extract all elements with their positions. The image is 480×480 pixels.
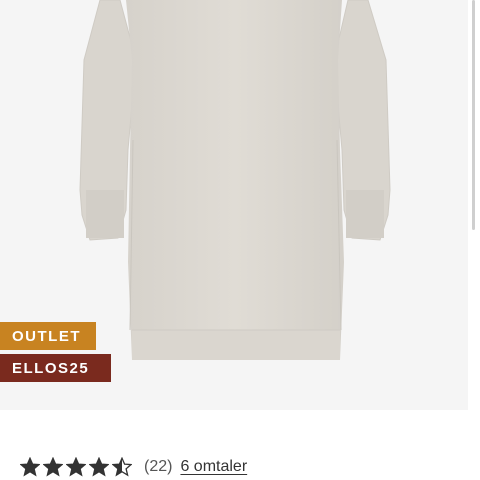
reviews-link[interactable]: 6 omtaler <box>180 458 247 476</box>
star-half-icon <box>112 457 132 477</box>
discount-code-badge: ELLOS25 <box>0 354 111 382</box>
star-full-icon <box>89 457 109 477</box>
star-full-icon <box>20 457 40 477</box>
star-full-icon <box>66 457 86 477</box>
star-full-icon <box>43 457 63 477</box>
scrollbar[interactable] <box>468 0 480 410</box>
scrollbar-thumb[interactable] <box>472 0 475 230</box>
outlet-badge: OUTLET <box>0 322 96 350</box>
rating-stars <box>20 457 132 477</box>
rating-count: (22) <box>144 458 173 475</box>
rating-row: (22) 6 omtaler <box>20 455 247 479</box>
